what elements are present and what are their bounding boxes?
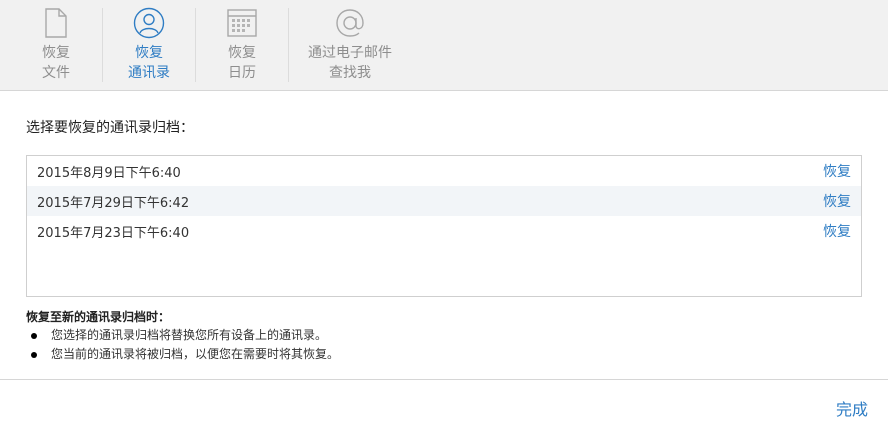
contacts-icon — [133, 7, 165, 39]
archive-date: 2015年7月29日下午6:42 — [37, 195, 190, 211]
done-button[interactable]: 完成 — [836, 396, 868, 420]
restore-link[interactable]: 恢复 — [823, 221, 851, 241]
tab-restore-files[interactable]: 恢复 文件 — [10, 0, 102, 91]
tab-restore-calendar[interactable]: 恢复 日历 — [196, 0, 288, 91]
archive-date: 2015年8月9日下午6:40 — [37, 165, 181, 181]
toolbar: 恢复 文件 恢复 通讯录 恢复 日历 通过电子邮件 查找我 — [0, 0, 888, 91]
document-icon — [44, 7, 68, 39]
tab-label: 恢复 文件 — [42, 45, 70, 81]
list-item[interactable]: 2015年7月23日下午6:40 恢复 — [27, 216, 861, 246]
restore-link[interactable]: 恢复 — [823, 191, 851, 211]
tab-restore-contacts[interactable]: 恢复 通讯录 — [103, 0, 195, 91]
list-item[interactable]: 2015年8月9日下午6:40 恢复 — [27, 156, 861, 186]
archive-list[interactable]: 2015年8月9日下午6:40 恢复 2015年7月29日下午6:42 恢复 2… — [26, 155, 862, 297]
tab-label: 通过电子邮件 查找我 — [308, 45, 392, 81]
tab-label: 恢复 日历 — [228, 45, 256, 81]
bullet-icon — [31, 351, 37, 358]
list-item[interactable]: 2015年7月29日下午6:42 恢复 — [27, 186, 861, 216]
page-prompt: 选择要恢复的通讯录归档： — [26, 120, 194, 136]
bullet-icon — [31, 332, 37, 339]
tab-find-me-by-email[interactable]: 通过电子邮件 查找我 — [289, 0, 411, 91]
list-item: 您选择的通讯录归档将替换您所有设备上的通讯录。 — [26, 326, 339, 345]
footer-divider — [0, 379, 888, 380]
notes-list: 您选择的通讯录归档将替换您所有设备上的通讯录。 您当前的通讯录将被归档，以便您在… — [26, 326, 339, 364]
list-item: 您当前的通讯录将被归档，以便您在需要时将其恢复。 — [26, 345, 339, 364]
note-text: 您选择的通讯录归档将替换您所有设备上的通讯录。 — [51, 328, 328, 342]
archive-date: 2015年7月23日下午6:40 — [37, 225, 190, 241]
at-sign-icon — [334, 7, 366, 39]
notes-title: 恢复至新的通讯录归档时： — [26, 310, 171, 324]
note-text: 您当前的通讯录将被归档，以便您在需要时将其恢复。 — [51, 347, 340, 361]
tab-label: 恢复 通讯录 — [128, 45, 170, 81]
calendar-icon — [227, 7, 257, 39]
restore-link[interactable]: 恢复 — [823, 161, 851, 181]
